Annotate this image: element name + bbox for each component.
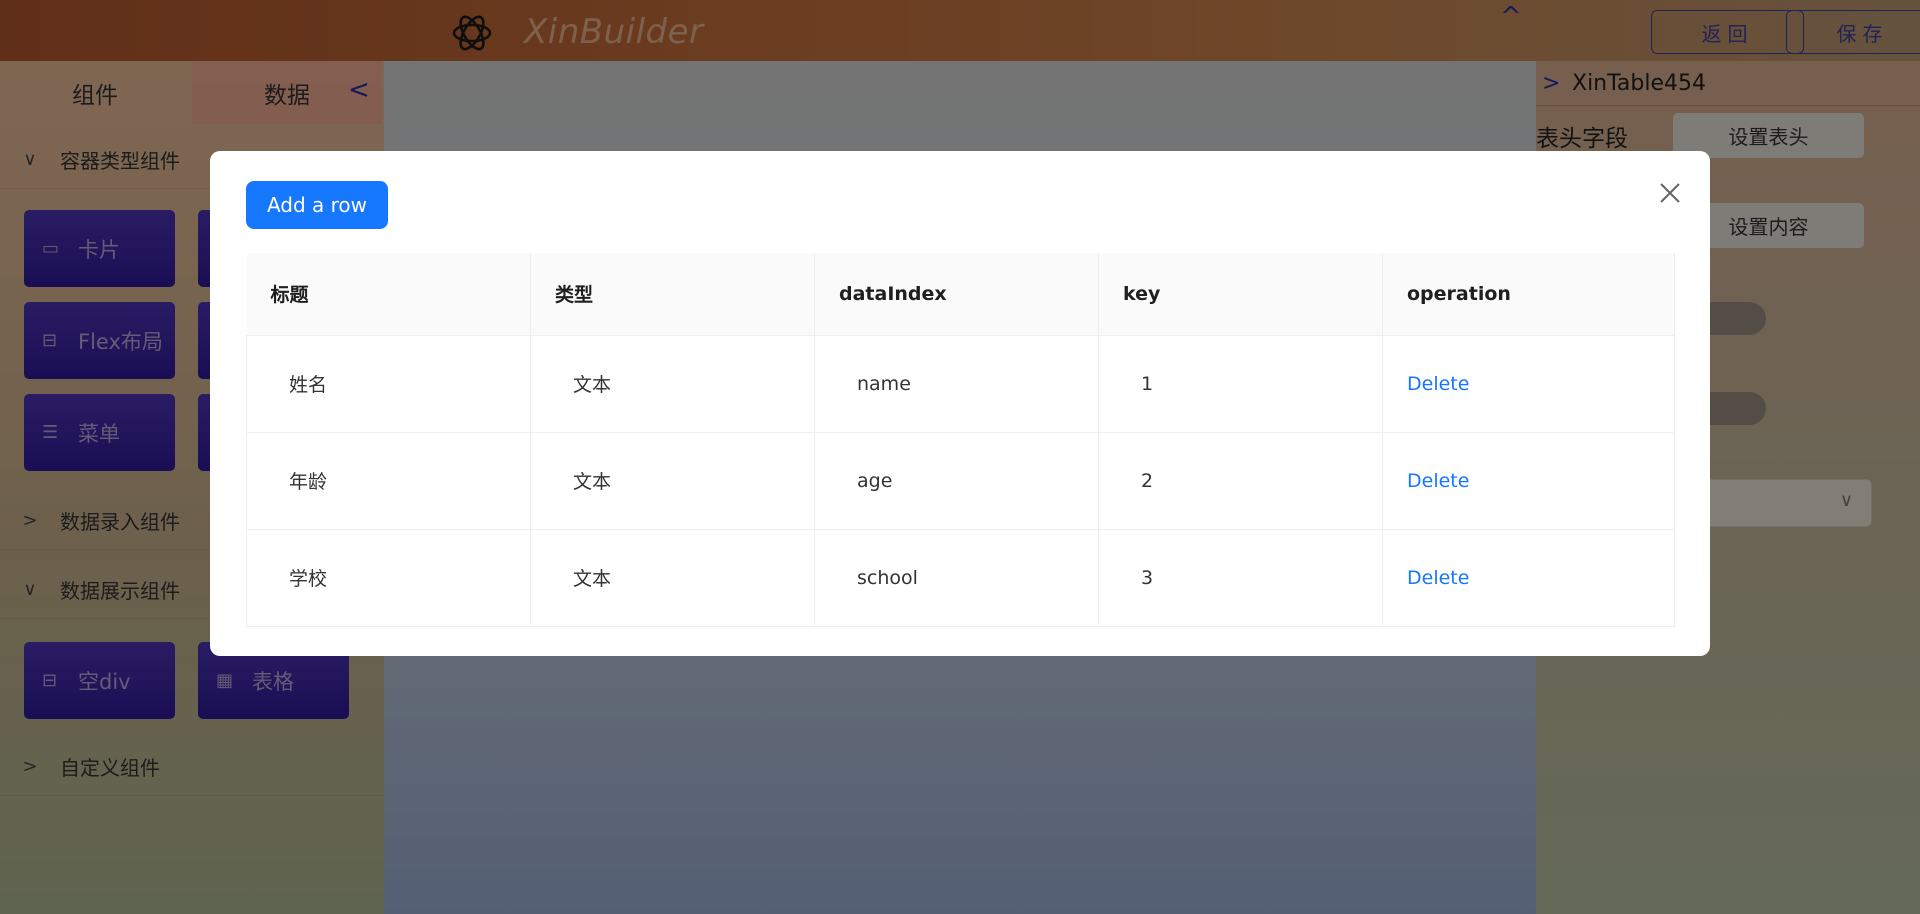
table-header-modal: Add a row 标题 类型 dataIndex key operation … [210,151,1710,656]
cell-type[interactable]: 文本 [530,432,815,530]
table-row: 姓名 文本 name 1 Delete [246,335,1675,433]
cell-dataindex[interactable]: school [814,529,1099,627]
add-row-button[interactable]: Add a row [246,181,388,229]
delete-link[interactable]: Delete [1382,432,1675,530]
cell-title[interactable]: 姓名 [246,335,531,433]
cell-key[interactable]: 1 [1098,335,1383,433]
cell-key[interactable]: 3 [1098,529,1383,627]
cell-dataindex[interactable]: name [814,335,1099,433]
cell-dataindex[interactable]: age [814,432,1099,530]
column-header: key [1098,253,1383,336]
delete-link[interactable]: Delete [1382,529,1675,627]
delete-link[interactable]: Delete [1382,335,1675,433]
table-row: 年龄 文本 age 2 Delete [246,432,1675,530]
cell-key[interactable]: 2 [1098,432,1383,530]
header-fields-table: 标题 类型 dataIndex key operation 姓名 文本 name… [246,253,1675,627]
table-row: 学校 文本 school 3 Delete [246,529,1675,627]
cell-title[interactable]: 年龄 [246,432,531,530]
cell-title[interactable]: 学校 [246,529,531,627]
column-header: 类型 [530,253,815,336]
cell-type[interactable]: 文本 [530,529,815,627]
cell-type[interactable]: 文本 [530,335,815,433]
table-header-row: 标题 类型 dataIndex key operation [246,253,1675,336]
column-header: dataIndex [814,253,1099,336]
column-header: 标题 [246,253,531,336]
close-icon[interactable] [1656,179,1684,207]
column-header: operation [1382,253,1675,336]
